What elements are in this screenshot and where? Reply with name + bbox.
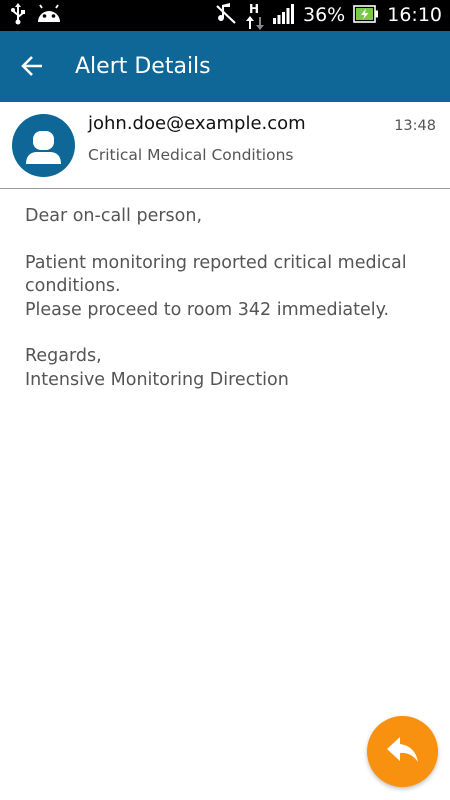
greeting: Dear on-call person, — [25, 206, 203, 226]
data-arrows-icon: H — [245, 1, 265, 30]
alert-time: 13:48 — [394, 118, 436, 134]
android-icon — [36, 4, 62, 28]
battery-percent: 36% — [303, 4, 346, 26]
alert-header: john.doe@example.com Critical Medical Co… — [0, 102, 450, 189]
closing: Regards, — [25, 346, 102, 366]
avatar — [12, 114, 75, 177]
muted-icon — [215, 2, 237, 29]
back-button[interactable] — [12, 48, 52, 88]
arrow-left-icon — [20, 55, 44, 81]
message: Patient monitoring reported critical med… — [25, 252, 435, 323]
alert-body: Dear on-call person, Patient monitoring … — [25, 205, 435, 415]
message-line-1: Patient monitoring reported critical med… — [25, 252, 407, 297]
status-system: H 36% 16:10 — [215, 0, 442, 31]
signoff: Regards, Intensive Monitoring Direction — [25, 345, 435, 392]
alert-subject: Critical Medical Conditions — [88, 146, 294, 164]
screen: H 36% 16:10 Alert Details john.doe@examp… — [0, 0, 450, 800]
status-notifications — [10, 3, 62, 29]
page-title: Alert Details — [75, 54, 211, 79]
signature: Intensive Monitoring Direction — [25, 369, 289, 390]
network-type-label: H — [249, 1, 260, 16]
usb-icon — [10, 3, 26, 29]
status-bar: H 36% 16:10 — [0, 0, 450, 31]
header-divider — [0, 188, 450, 189]
message-line-2: Please proceed to room 342 immediately. — [25, 299, 390, 320]
reply-button[interactable] — [367, 716, 438, 787]
app-bar: Alert Details — [0, 31, 450, 102]
user-avatar-icon — [12, 131, 75, 177]
reply-icon — [386, 735, 420, 769]
clock: 16:10 — [387, 4, 442, 26]
sender-email: john.doe@example.com — [88, 113, 306, 134]
battery-charging-icon — [353, 4, 379, 27]
signal-icon — [273, 3, 295, 28]
